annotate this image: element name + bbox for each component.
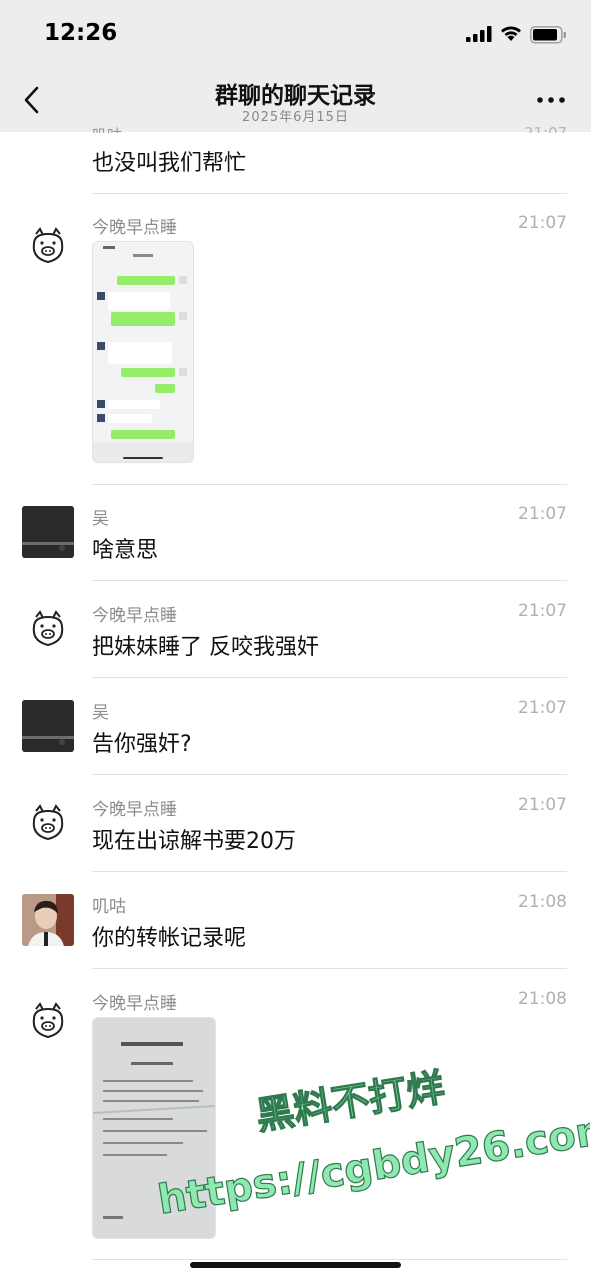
avatar[interactable] — [22, 894, 74, 946]
message-divider — [92, 774, 567, 775]
watermark-line1: 黑料不打烊 — [253, 1065, 448, 1138]
partial-sender-name: 叽咕 — [92, 124, 122, 133]
chat-screenshot-image — [93, 242, 193, 462]
wifi-icon — [501, 26, 521, 41]
avatar[interactable] — [22, 506, 74, 558]
message-divider — [92, 968, 567, 969]
cellular-signal-icon — [466, 26, 492, 42]
watermark-line2: https://cgbdy26.com — [155, 1106, 590, 1220]
message-divider — [92, 580, 567, 581]
pig-icon — [32, 610, 64, 647]
avatar[interactable] — [22, 603, 74, 655]
avatar-image — [22, 894, 74, 946]
message-text: 啥意思 — [92, 538, 159, 563]
avatar-image — [22, 700, 74, 752]
message-time: 21:08 — [518, 892, 567, 912]
more-options-icon[interactable] — [534, 86, 568, 114]
battery-icon — [530, 26, 566, 44]
message-divider — [92, 193, 567, 194]
message-divider — [92, 1259, 567, 1260]
pig-icon — [32, 1002, 64, 1039]
avatar[interactable] — [22, 995, 74, 1047]
home-indicator[interactable] — [190, 1262, 401, 1268]
avatar[interactable] — [22, 797, 74, 849]
message-divider — [92, 484, 567, 485]
status-bar: 12:26 — [0, 0, 591, 70]
message-time: 21:07 — [518, 213, 567, 233]
message-text: 把妹妹睡了 反咬我强奸 — [92, 635, 319, 660]
sender-name: 吴 — [92, 509, 109, 529]
watermark: 黑料不打烊 https://cgbdy26.com — [154, 1065, 590, 1220]
message-text: 现在出谅解书要20万 — [92, 829, 296, 854]
avatar[interactable] — [22, 700, 74, 752]
page-title: 群聊的聊天记录 — [215, 83, 376, 109]
image-thumbnail[interactable] — [92, 241, 194, 463]
nav-bar: 群聊的聊天记录 2025年6月15日 — [0, 70, 591, 132]
sender-name: 今晚早点睡 — [92, 218, 177, 238]
document-photo-image — [93, 1018, 215, 1238]
message-text: 你的转帐记录呢 — [92, 926, 247, 951]
message-divider — [92, 677, 567, 678]
sender-name: 今晚早点睡 — [92, 994, 177, 1014]
message-text: 也没叫我们帮忙 — [92, 151, 247, 176]
sender-name: 叽咕 — [92, 897, 126, 917]
image-thumbnail[interactable] — [92, 1017, 216, 1239]
message-time: 21:07 — [518, 504, 567, 524]
sender-name: 今晚早点睡 — [92, 606, 177, 626]
avatar[interactable] — [22, 220, 74, 272]
pig-icon — [32, 804, 64, 841]
message-time: 21:07 — [518, 601, 567, 621]
message-time: 21:08 — [518, 989, 567, 1009]
message-time: 21:07 — [518, 795, 567, 815]
partial-timestamp: 21:07 — [524, 124, 568, 133]
avatar-image — [22, 506, 74, 558]
sender-name: 吴 — [92, 703, 109, 723]
sender-name: 今晚早点睡 — [92, 800, 177, 820]
message-time: 21:07 — [518, 698, 567, 718]
pig-icon — [32, 227, 64, 264]
message-text: 告你强奸? — [92, 732, 192, 757]
page-subtitle-date: 2025年6月15日 — [242, 110, 349, 125]
message-divider — [92, 871, 567, 872]
